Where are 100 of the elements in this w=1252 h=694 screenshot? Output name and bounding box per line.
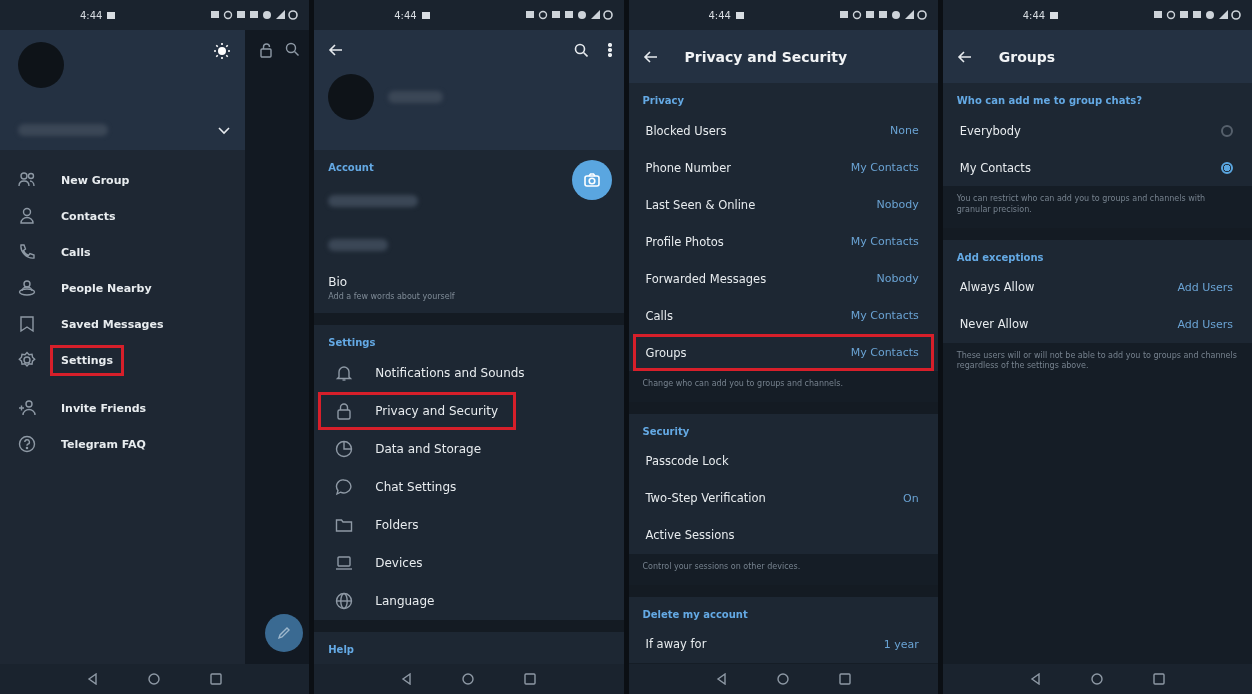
laptop-icon (335, 554, 354, 572)
back-nav-icon[interactable] (1029, 673, 1041, 685)
menu-item[interactable]: Telegram FAQ (0, 426, 245, 462)
menu-item[interactable]: People Nearby (0, 270, 245, 306)
menu-label: People Nearby (60, 280, 153, 297)
more-icon[interactable] (607, 43, 612, 57)
settings-row[interactable]: Always Allow Add Users (946, 268, 1248, 306)
list-row[interactable]: Folders (318, 506, 624, 544)
settings-row[interactable]: Last Seen & Online Nobody (632, 186, 934, 223)
radio-button[interactable] (1221, 124, 1233, 137)
settings-row[interactable]: Never Allow Add Users (946, 305, 1248, 343)
item-label: Language (375, 594, 435, 608)
section-header: Delete my account (641, 607, 749, 622)
list-row[interactable]: Data and Storage (318, 430, 624, 468)
status-time: 4:44 (394, 9, 417, 21)
list-row[interactable]: Devices (318, 544, 624, 582)
menu-label: Saved Messages (60, 316, 165, 333)
home-nav-icon[interactable] (1090, 673, 1103, 685)
recents-nav-icon[interactable] (210, 673, 223, 685)
signal-icon (903, 9, 915, 21)
row-label: Two-Step Verification (645, 491, 766, 506)
menu-label: New Group (60, 172, 131, 189)
back-nav-icon[interactable] (401, 673, 413, 685)
row-label: Phone Number (645, 160, 731, 175)
settings-row[interactable]: Profile Photos My Contacts (632, 223, 934, 260)
menu-item[interactable]: Settings (0, 342, 245, 378)
settings-row[interactable]: Groups My Contacts (632, 334, 934, 371)
section-header: Add exceptions (955, 250, 1045, 265)
help-icon (18, 435, 36, 453)
settings-row[interactable]: Blocked Users None (632, 112, 934, 149)
section-hint: Control your sessions on other devices. (628, 553, 938, 585)
menu-item[interactable]: Calls (0, 234, 245, 270)
radio-button[interactable] (1221, 161, 1233, 174)
section-hint: You can restrict who can add you to groups and channels with granular precision. (942, 186, 1252, 228)
settings-row[interactable]: If away for 1 year (632, 625, 934, 663)
section-header: Account (327, 161, 375, 175)
back-nav-icon[interactable] (715, 673, 727, 685)
home-nav-icon[interactable] (462, 673, 475, 685)
section-header: Settings (327, 336, 377, 350)
menu-label: Settings (50, 344, 124, 376)
menu-label: Calls (60, 244, 92, 261)
sun-icon[interactable] (213, 42, 231, 60)
signal-icon (589, 9, 601, 21)
back-arrow-icon[interactable] (956, 48, 973, 65)
settings-row[interactable]: Two-Step Verification On (632, 479, 934, 517)
signal-icon (275, 9, 287, 21)
back-nav-icon[interactable] (87, 673, 99, 685)
item-label: Notifications and Sounds (375, 366, 525, 380)
battery-ring-icon (916, 9, 928, 21)
recents-nav-icon[interactable] (1152, 673, 1165, 685)
lock-icon[interactable] (259, 42, 274, 58)
settings-row[interactable]: Phone Number My Contacts (632, 149, 934, 186)
settings-row[interactable]: Calls My Contacts (632, 297, 934, 334)
blurred-text (328, 239, 389, 251)
row-value: My Contacts (850, 309, 919, 322)
chevron-down-icon[interactable] (217, 124, 231, 136)
speech-bubble-icon (335, 478, 354, 496)
globe-icon (335, 592, 354, 610)
list-row[interactable]: Chat Settings (318, 468, 624, 506)
list-row[interactable]: Notifications and Sounds (318, 354, 624, 392)
compose-button[interactable] (265, 614, 304, 652)
settings-row[interactable]: Forwarded Messages Nobody (632, 260, 934, 297)
item-label: Privacy and Security (375, 404, 499, 418)
search-icon[interactable] (285, 42, 300, 56)
home-nav-icon[interactable] (148, 673, 161, 685)
menu-item[interactable]: Invite Friends (0, 390, 245, 426)
status-time: 4:44 (1022, 9, 1046, 21)
settings-row[interactable]: Passcode Lock (632, 442, 934, 480)
gear-icon (18, 351, 36, 369)
list-row[interactable]: Language (318, 582, 624, 620)
option-label: Everybody (959, 123, 1021, 138)
row-label: Always Allow (959, 280, 1035, 295)
status-time: 4:44 (80, 9, 103, 21)
radio-option[interactable]: My Contacts (946, 149, 1248, 186)
screen-title: Privacy and Security (684, 48, 847, 65)
list-row[interactable]: Privacy and Security (318, 392, 517, 430)
menu-item[interactable]: Contacts (0, 198, 245, 234)
back-arrow-icon[interactable] (328, 42, 345, 58)
bookmark-icon (18, 315, 36, 333)
recents-nav-icon[interactable] (838, 673, 851, 685)
row-value: Add Users (1177, 317, 1233, 331)
section-header: Who can add me to group chats? (955, 94, 1143, 108)
row-value: On (903, 491, 919, 505)
radio-option[interactable]: Everybody (946, 112, 1248, 149)
screen-title: Groups (998, 48, 1056, 65)
row-value: My Contacts (850, 346, 919, 359)
settings-row[interactable]: Active Sessions (632, 516, 934, 554)
row-label: Groups (645, 345, 687, 360)
option-label: My Contacts (959, 160, 1031, 175)
menu-label: Contacts (60, 208, 117, 225)
section-header: Privacy (641, 94, 685, 108)
menu-item[interactable]: Saved Messages (0, 306, 245, 342)
search-icon[interactable] (573, 43, 588, 57)
home-nav-icon[interactable] (776, 673, 789, 685)
row-value: My Contacts (850, 235, 919, 248)
recents-nav-icon[interactable] (524, 673, 537, 685)
row-label: Forwarded Messages (645, 271, 767, 286)
back-arrow-icon[interactable] (642, 48, 659, 65)
blurred-text (388, 91, 444, 103)
menu-item[interactable]: New Group (0, 162, 245, 198)
